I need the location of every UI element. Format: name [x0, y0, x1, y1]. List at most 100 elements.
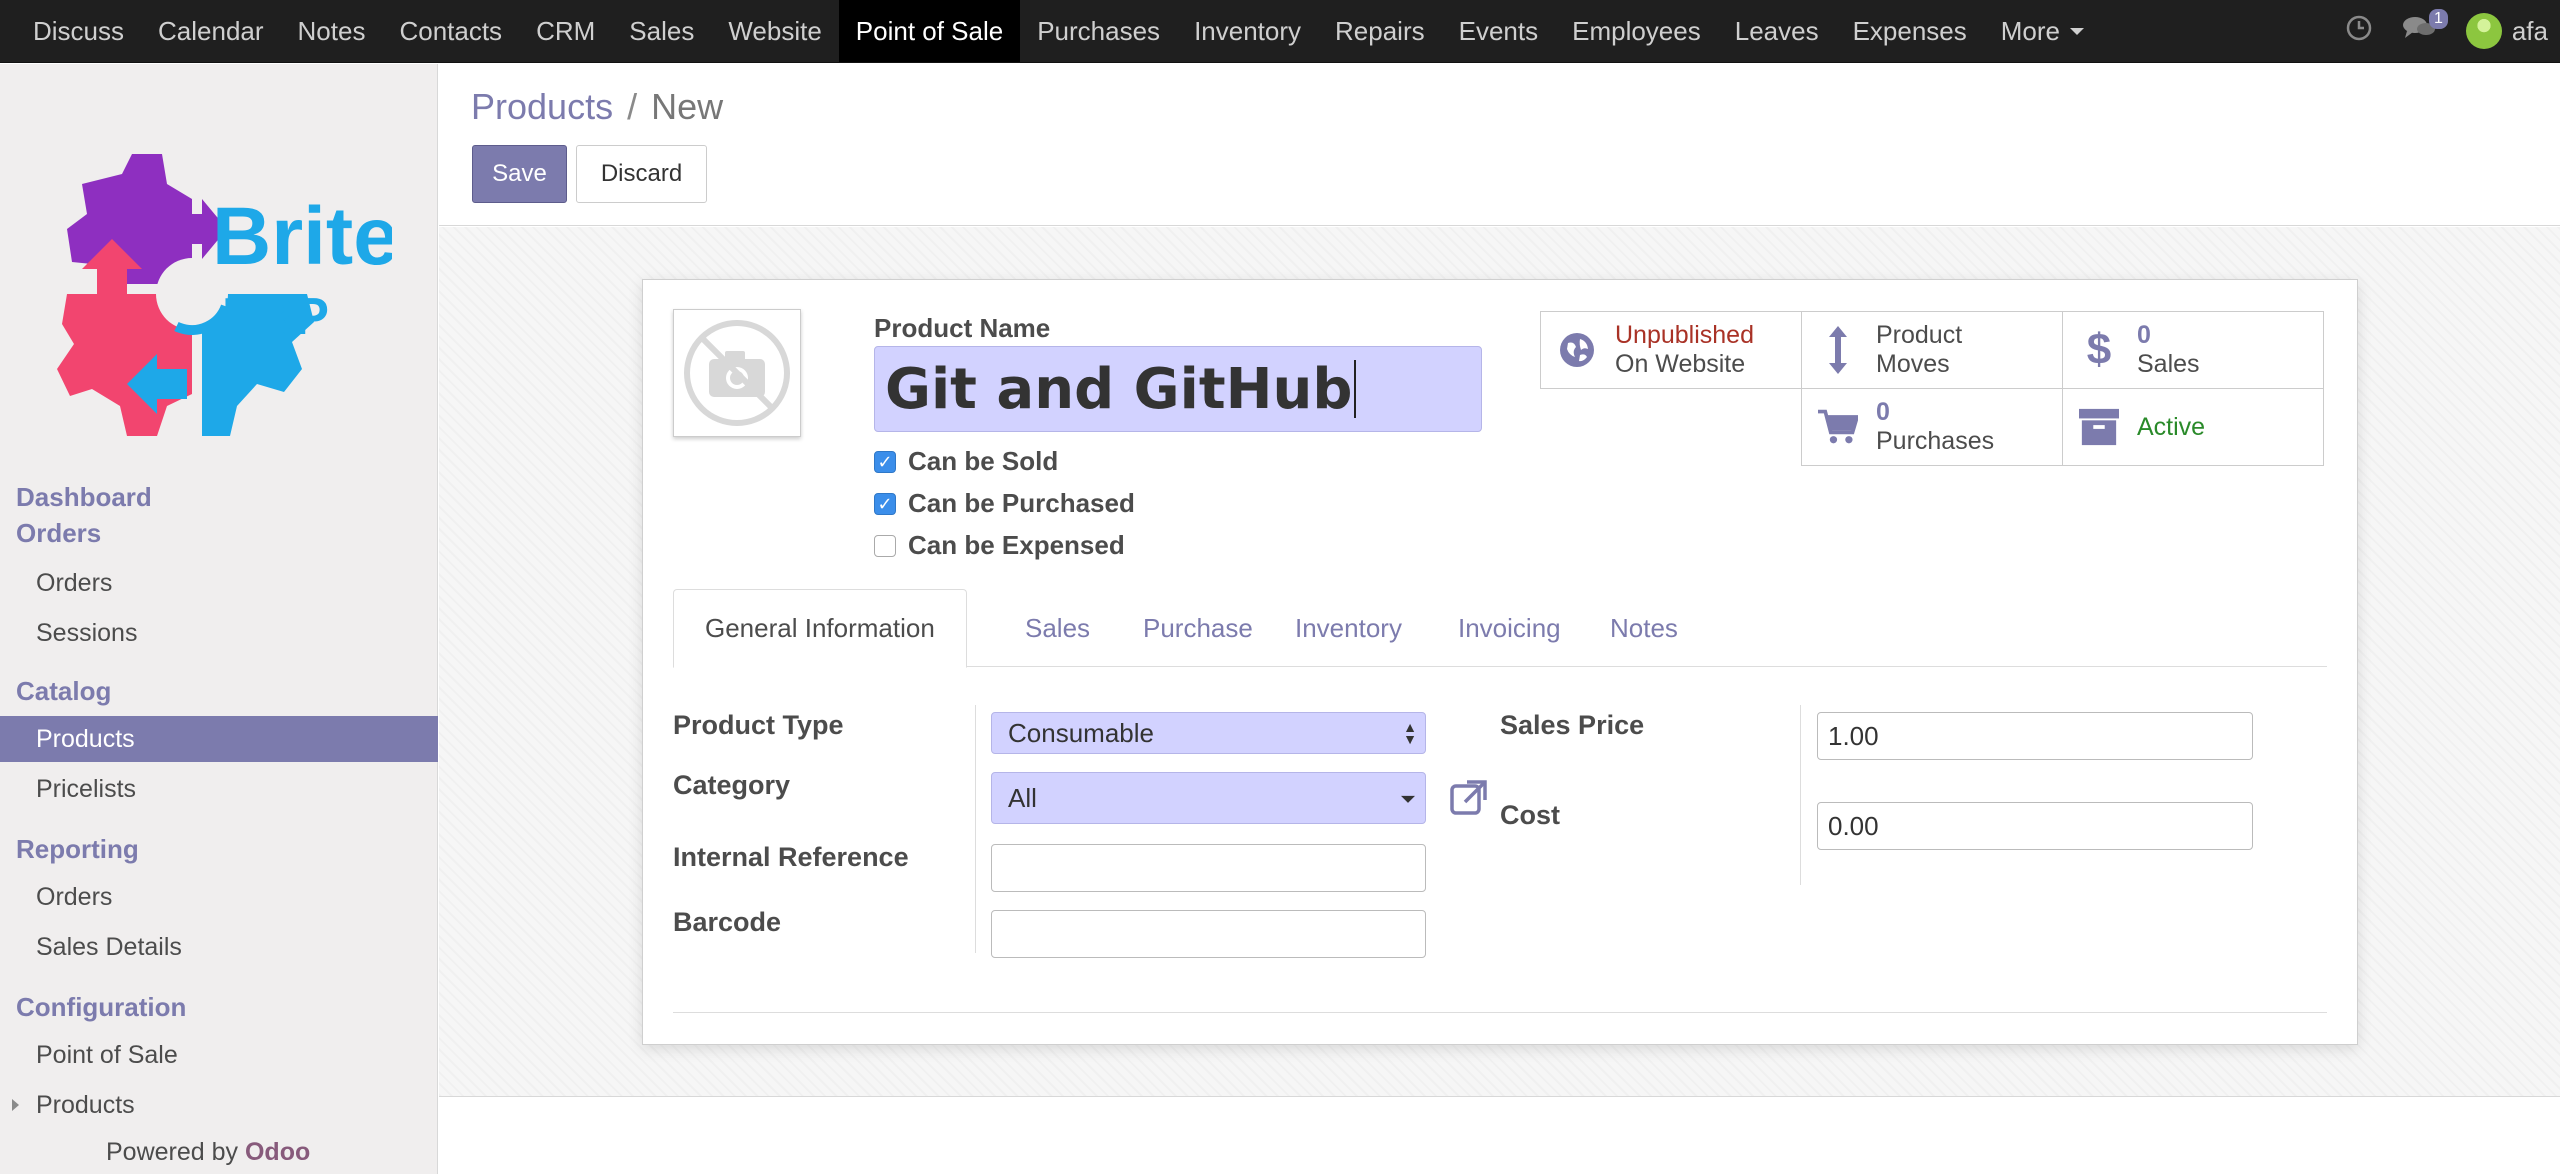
menu-discuss[interactable]: Discuss [16, 0, 141, 62]
sales-price-input[interactable]: 1.00 [1817, 712, 2253, 760]
product-type-select[interactable]: Consumable ▲ ▼ [991, 712, 1426, 754]
shopping-cart-icon [1818, 407, 1858, 447]
tab-invoicing[interactable]: Invoicing [1427, 589, 1592, 668]
website-publish-button[interactable]: Unpublished On Website [1540, 311, 1802, 389]
cost-input[interactable]: 0.00 [1817, 802, 2253, 850]
logo-brite-text: Brite [212, 191, 392, 282]
tab-notes[interactable]: Notes [1579, 589, 1709, 668]
can-be-purchased-row[interactable]: ✓ Can be Purchased [874, 488, 1135, 519]
sidebar-item-orders[interactable]: Orders [0, 560, 438, 606]
menu-sales[interactable]: Sales [612, 0, 711, 62]
website-status: Unpublished [1615, 321, 1754, 349]
sidebar-item-report-orders[interactable]: Orders [0, 874, 438, 920]
messages-icon[interactable]: 1 [2402, 8, 2448, 48]
active-toggle-button[interactable]: Active [2062, 388, 2324, 466]
globe-icon [1557, 330, 1597, 370]
website-label: On Website [1615, 350, 1746, 378]
menu-events[interactable]: Events [1442, 0, 1556, 62]
active-label: Active [2137, 412, 2206, 441]
website-status-text: Unpublished On Website [1615, 321, 1754, 379]
section-orders[interactable]: Orders [0, 518, 101, 549]
can-be-expensed-row[interactable]: Can be Expensed [874, 530, 1125, 561]
section-dashboard[interactable]: Dashboard [0, 482, 152, 513]
section-configuration[interactable]: Configuration [0, 992, 186, 1023]
can-be-sold-row[interactable]: ✓ Can be Sold [874, 446, 1058, 477]
can-be-sold-checkbox[interactable]: ✓ [874, 450, 896, 473]
app-menu: Discuss Calendar Notes Contacts CRM Sale… [0, 0, 2101, 62]
menu-crm[interactable]: CRM [519, 0, 612, 62]
menu-website[interactable]: Website [711, 0, 838, 62]
sales-price-label: Sales Price [1500, 710, 1645, 740]
menu-repairs[interactable]: Repairs [1318, 0, 1442, 62]
tab-general-information[interactable]: General Information [673, 589, 967, 668]
logo-erp-text: ERP [222, 288, 329, 346]
sales-count: 0 [2137, 321, 2151, 349]
menu-notes[interactable]: Notes [281, 0, 383, 62]
sidebar-item-pricelists[interactable]: Pricelists [0, 766, 438, 812]
menu-purchases[interactable]: Purchases [1020, 0, 1177, 62]
breadcrumb: Products / New [471, 86, 723, 128]
control-panel: Products / New Save Discard [439, 64, 2560, 226]
powered-by-text: Powered by [106, 1138, 239, 1166]
menu-employees[interactable]: Employees [1555, 0, 1718, 62]
menu-expenses[interactable]: Expenses [1836, 0, 1984, 62]
menu-more[interactable]: More [1984, 0, 2101, 62]
discard-button[interactable]: Discard [576, 145, 707, 203]
user-menu[interactable]: afa [2465, 13, 2548, 49]
barcode-input[interactable] [991, 910, 1426, 958]
archive-box-icon [2079, 407, 2119, 447]
tab-purchase[interactable]: Purchase [1112, 589, 1284, 668]
product-moves-line1: Product [1876, 321, 1963, 349]
sidebar: Brite ERP Dashboard Orders Orders Sessio… [0, 64, 438, 1174]
product-moves-button[interactable]: Product Moves [1801, 311, 2063, 389]
chevron-down-icon [1401, 795, 1415, 803]
avatar [2465, 13, 2502, 49]
internal-reference-input[interactable] [991, 844, 1426, 892]
menu-inventory[interactable]: Inventory [1177, 0, 1318, 62]
internal-reference-label: Internal Reference [673, 842, 909, 872]
barcode-label: Barcode [673, 907, 782, 937]
company-logo: Brite ERP [52, 144, 399, 464]
menu-calendar[interactable]: Calendar [141, 0, 281, 62]
sidebar-item-config-products[interactable]: Products [0, 1082, 438, 1128]
section-reporting[interactable]: Reporting [0, 834, 139, 865]
sales-count-text: 0 Sales [2137, 321, 2200, 379]
main-navbar: Discuss Calendar Notes Contacts CRM Sale… [0, 0, 2560, 63]
product-name-input[interactable]: Git and GitHub [874, 346, 1482, 432]
sales-count-button[interactable]: $ 0 Sales [2062, 311, 2324, 389]
tab-sales[interactable]: Sales [994, 589, 1121, 668]
menu-contacts[interactable]: Contacts [382, 0, 519, 62]
no-photo-icon [684, 320, 790, 426]
purchases-label: Purchases [1876, 427, 1995, 455]
breadcrumb-products[interactable]: Products [471, 86, 613, 127]
product-image[interactable] [673, 309, 801, 437]
sidebar-item-sessions[interactable]: Sessions [0, 610, 438, 656]
external-link-icon[interactable] [1449, 778, 1489, 821]
menu-point-of-sale[interactable]: Point of Sale [838, 0, 1021, 62]
field-separator-left [975, 705, 976, 953]
can-be-sold-label: Can be Sold [908, 446, 1059, 476]
sidebar-item-products[interactable]: Products [0, 716, 438, 762]
can-be-expensed-checkbox[interactable] [874, 534, 896, 557]
category-select[interactable]: All [991, 772, 1426, 824]
clock-icon[interactable] [2346, 15, 2372, 48]
product-name-label: Product Name [874, 313, 1051, 343]
purchases-count-button[interactable]: 0 Purchases [1801, 388, 2063, 466]
category-value: All [1008, 782, 1037, 813]
dollar-icon: $ [2086, 325, 2112, 374]
can-be-expensed-label: Can be Expensed [908, 530, 1125, 560]
sidebar-item-point-of-sale[interactable]: Point of Sale [0, 1032, 438, 1078]
arrows-vertical-icon [1818, 326, 1858, 374]
expand-triangle-icon [12, 1099, 19, 1111]
section-catalog[interactable]: Catalog [0, 676, 111, 707]
user-name: afa [2511, 15, 2548, 46]
product-name-value: Git and GitHub [885, 356, 1353, 422]
can-be-purchased-checkbox[interactable]: ✓ [874, 492, 896, 515]
menu-leaves[interactable]: Leaves [1718, 0, 1836, 62]
sidebar-item-sales-details[interactable]: Sales Details [0, 924, 438, 970]
odoo-link[interactable]: Odoo [245, 1138, 310, 1166]
menu-more-label: More [2000, 15, 2061, 46]
save-button[interactable]: Save [472, 145, 567, 203]
text-cursor [1354, 360, 1357, 418]
tab-inventory[interactable]: Inventory [1264, 589, 1433, 668]
